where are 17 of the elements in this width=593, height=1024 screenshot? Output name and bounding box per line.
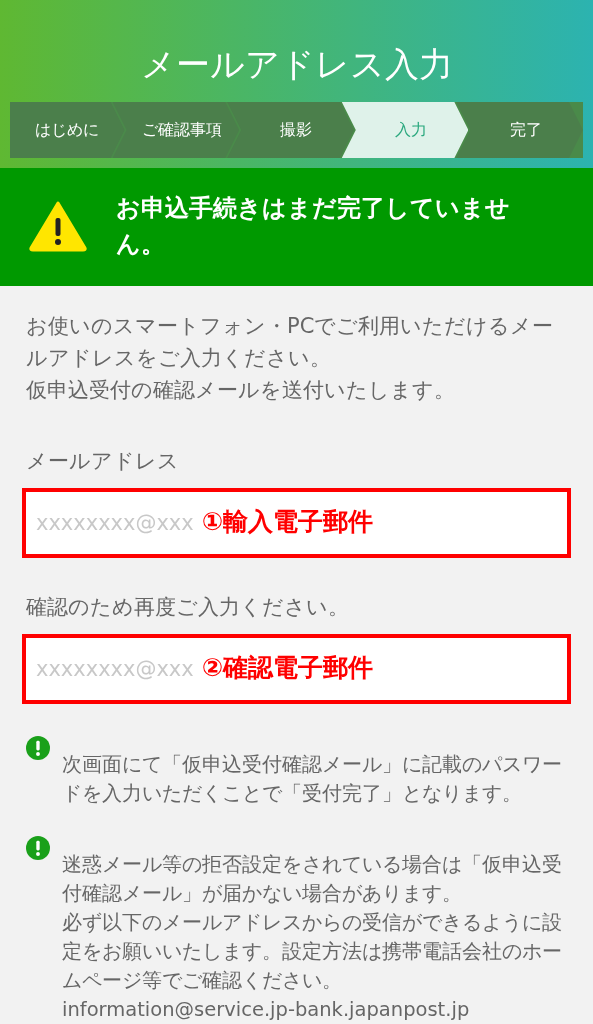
annotation-label: ①輸入電子郵件: [202, 506, 374, 538]
note-text: information@service.jp-bank.japanpost.jp: [62, 997, 471, 1023]
warning-text: お申込手続きはまだ完了していません。: [116, 193, 511, 260]
info-icon: [26, 736, 50, 760]
field-label: 確認のため再度ご入力ください。: [26, 594, 350, 621]
field-label: メールアドレス: [26, 448, 180, 475]
note-text: 迷惑メール等の拒否設定をされている場合は「仮申込受付確認メール」が届かない場合があります。: [62, 852, 563, 907]
note-text: 必ず以下のメールアドレスからの受信ができるように設定をお願いいたします。設定方法は携帯電話会社のホームページ等でご確認ください。: [62, 910, 563, 994]
warning-icon: [28, 200, 88, 252]
page-title: メールアドレス入力: [139, 43, 454, 86]
info-icon: [26, 836, 50, 860]
note-text: 次画面にて「仮申込受付確認メール」に記載のパスワードを入力いただくことで「受付完了」となります。: [62, 752, 563, 807]
progress-step: 完了: [456, 102, 583, 158]
progress-step: 撮影: [227, 102, 354, 158]
intro-text: お使いのスマートフォン・PCでご利用いただけるメールアドレスをご入力ください。: [26, 313, 555, 372]
intro-text: 仮申込受付の確認メールを送付いたします。: [26, 377, 456, 404]
annotation-label: ②確認電子郵件: [202, 652, 374, 684]
